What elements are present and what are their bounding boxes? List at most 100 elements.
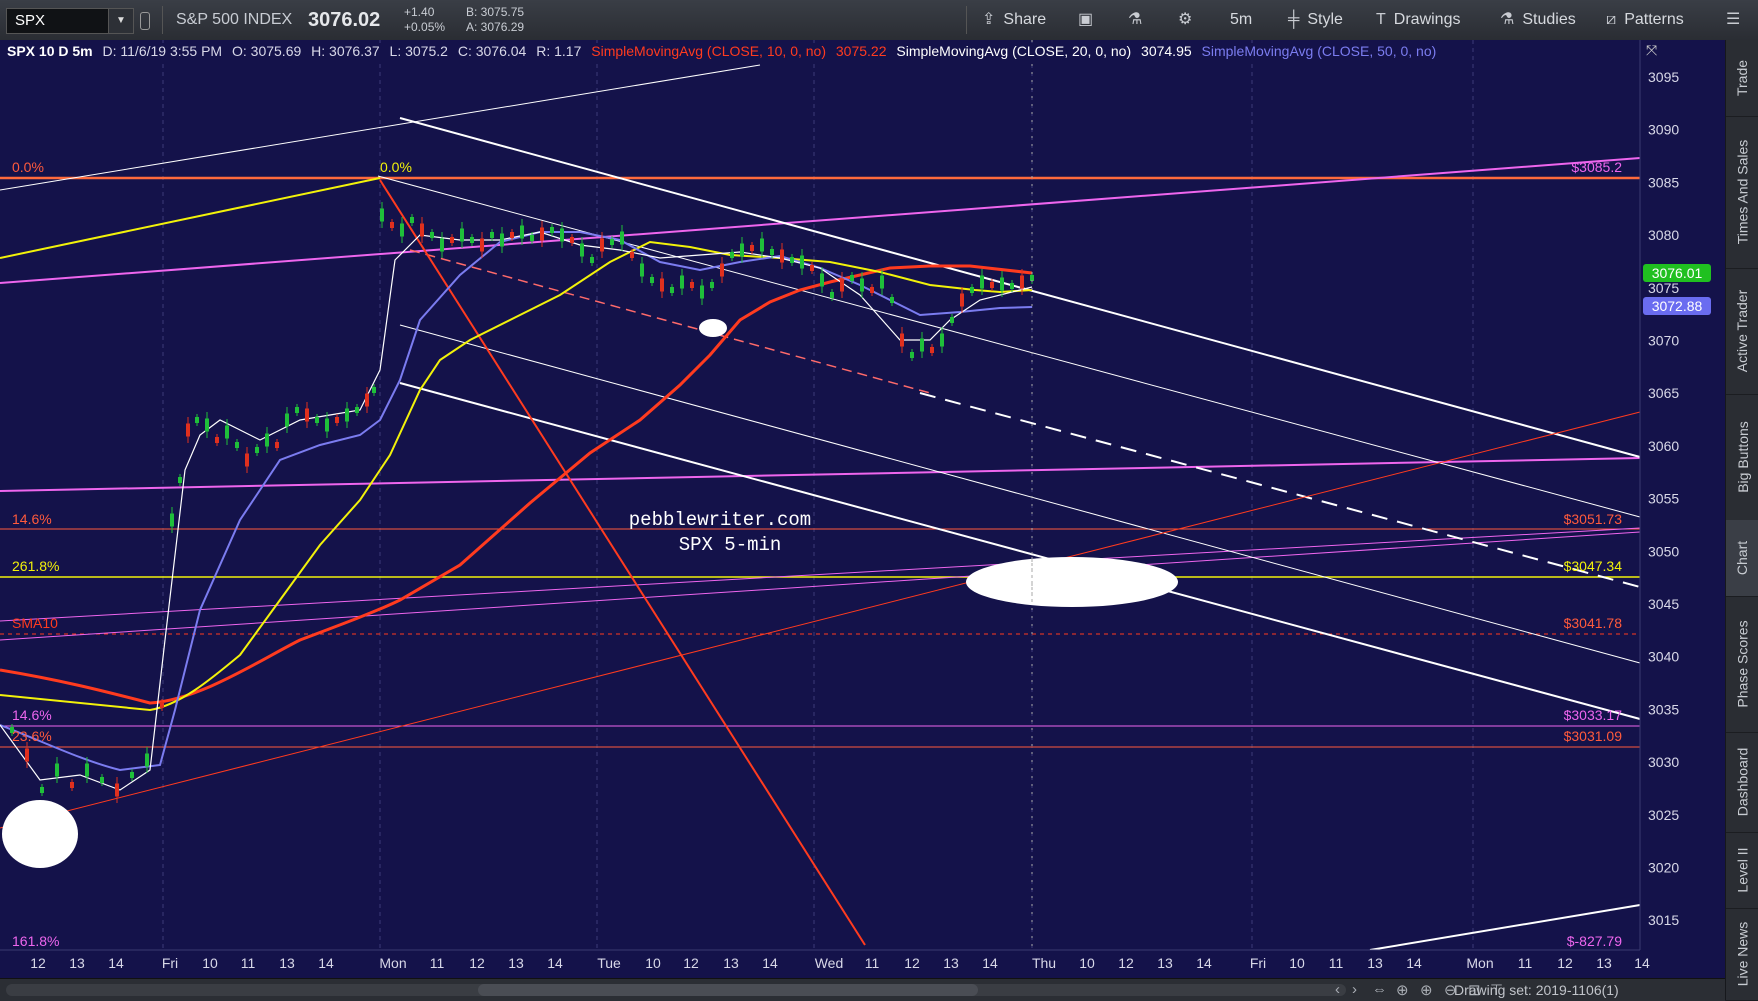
candle-body [372,387,376,393]
candle-body [500,233,504,247]
candle-body [680,275,684,289]
time-tick-label: 12 [469,955,485,971]
zoom-in-icon[interactable]: ⊕ [1420,981,1433,999]
legend-sma20[interactable]: SimpleMovingAvg (CLOSE, 20, 0, no) [893,43,1134,59]
price-tick-label: 3030 [1648,754,1679,770]
candle-body [810,265,814,271]
sidebar-tab-dashboard[interactable]: Dashboard [1726,732,1758,833]
sma-blue-line[interactable] [0,231,1033,772]
style-button[interactable]: ╪ Style [1288,0,1343,40]
channel-bottom-line[interactable] [399,382,1641,720]
watermark-line-1: pebblewriter.com [629,509,811,531]
candle-body [130,772,134,778]
sidebar-tab-level-ii[interactable]: Level II [1726,832,1758,909]
bottom-bar: ‹ › ⇔ ⊕ ⊕ ⊖ ⊡ ⊤ Drawing set: 2019-1106(1… [0,978,1725,1001]
symbol-selector[interactable]: SPX ▼ [6,8,134,34]
channel-upper-thin-line[interactable] [377,175,1641,518]
chart-area[interactable]: pebblewriter.com SPX 5-min 0.0% 0.0% 14.… [0,40,1725,978]
candle-body [1020,275,1024,289]
sidebar-tab-times-and-sales[interactable]: Times And Sales [1726,116,1758,269]
link-icon[interactable] [140,12,150,30]
share-button[interactable]: ⇪ Share [982,0,1046,40]
candle-body [430,232,434,238]
candle-body [900,333,904,347]
target-ellipse[interactable] [966,557,1178,607]
watermark-line-2: SPX 5-min [679,534,782,556]
candle-body [560,228,564,242]
channel-dashed-line[interactable] [919,392,1641,588]
sidebar-tab-big-buttons[interactable]: Big Buttons [1726,394,1758,521]
candle-body [160,702,164,708]
candle-body [800,255,804,269]
magenta-fan-line-1[interactable] [0,527,1641,622]
candle-body [295,407,299,413]
time-tick-label: 13 [943,955,959,971]
patterns-button[interactable]: ⧄ Patterns [1606,0,1684,40]
candle-body [830,292,834,298]
price-tick-label: 3090 [1648,122,1679,138]
price-change: +1.40 +0.05% [404,5,445,35]
legend-high: H: 3076.37 [311,43,380,59]
legend-range: R: 1.17 [536,43,582,59]
price-label-3031: $3031.09 [1564,728,1623,744]
candle-body [245,453,249,467]
candle-body [305,408,309,422]
studies-button[interactable]: ⚗ Studies [1500,0,1576,40]
channel-mid-line[interactable] [399,324,1641,664]
sidebar-tab-chart[interactable]: Chart [1726,520,1758,597]
candle-body [870,287,874,293]
menu-button[interactable]: ☰ [1726,0,1748,40]
snapshot-button[interactable]: ▣ [1078,0,1101,40]
scrollbar-thumb[interactable] [478,984,978,996]
candle-body [215,437,219,443]
price-close-line[interactable] [0,231,1033,791]
candle-body [780,249,784,263]
candle-body [450,237,454,243]
sidebar-tab-live-news[interactable]: Live News [1726,908,1758,1001]
legend-sma10[interactable]: SimpleMovingAvg (CLOSE, 10, 0, no) [588,43,829,59]
sidebar-tab-active-trader[interactable]: Active Trader [1726,268,1758,395]
change-value: +1.40 [404,5,435,19]
crosshair-tool-icon[interactable]: ⊕ [1396,981,1409,999]
legend-sma50[interactable]: SimpleMovingAvg (CLOSE, 50, 0, no) [1199,43,1440,59]
time-tick-label: Thu [1032,955,1056,971]
red-diagonal-down[interactable] [379,179,866,946]
settings-button[interactable]: ⚙ [1178,0,1200,40]
last-price: 3076.02 [308,9,381,31]
chevron-left-icon[interactable]: ‹ [1335,981,1340,998]
sma-red-line[interactable] [0,264,1033,705]
red-dashed-line[interactable] [409,249,931,394]
chevron-down-icon[interactable]: ▼ [108,9,133,33]
yellow-trendline[interactable] [0,177,381,259]
small-ellipse[interactable] [699,319,727,337]
crosshair-icon[interactable]: ⤧ [1646,42,1657,59]
sma-yellow-line[interactable] [0,240,1033,712]
interval-label: 5m [1230,11,1253,28]
symbol-value: SPX [15,12,46,29]
price-chart[interactable]: pebblewriter.com SPX 5-min 0.0% 0.0% 14.… [0,40,1725,978]
candle-body [980,275,984,289]
candlesticks[interactable] [10,202,1034,803]
legend-date: D: 11/6/19 3:55 PM [102,43,223,59]
candle-body [70,782,74,788]
sidebar-tab-trade[interactable]: Trade [1726,40,1758,117]
flask-button[interactable]: ⚗ [1128,0,1150,40]
time-tick-label: 13 [508,955,524,971]
candle-body [315,417,319,423]
chevron-right-icon[interactable]: › [1352,981,1357,998]
expand-icon[interactable]: ⇔ [1372,981,1387,998]
sidebar-tab-phase-scores[interactable]: Phase Scores [1726,596,1758,733]
price-tick-label: 3055 [1648,491,1679,507]
time-tick-label: 12 [1118,955,1134,971]
magenta-fan-line-2[interactable] [0,531,1641,641]
candle-body [275,442,279,448]
interval-button[interactable]: 5m [1230,0,1252,40]
time-tick-label: 14 [762,955,778,971]
left-ellipse[interactable] [2,800,78,868]
candle-body [205,418,209,432]
sidebar-tab-label: Level II [1734,847,1751,893]
drawings-button[interactable]: T Drawings [1376,0,1460,40]
candle-body [670,287,674,293]
candle-body [480,238,484,252]
candle-body [460,228,464,242]
